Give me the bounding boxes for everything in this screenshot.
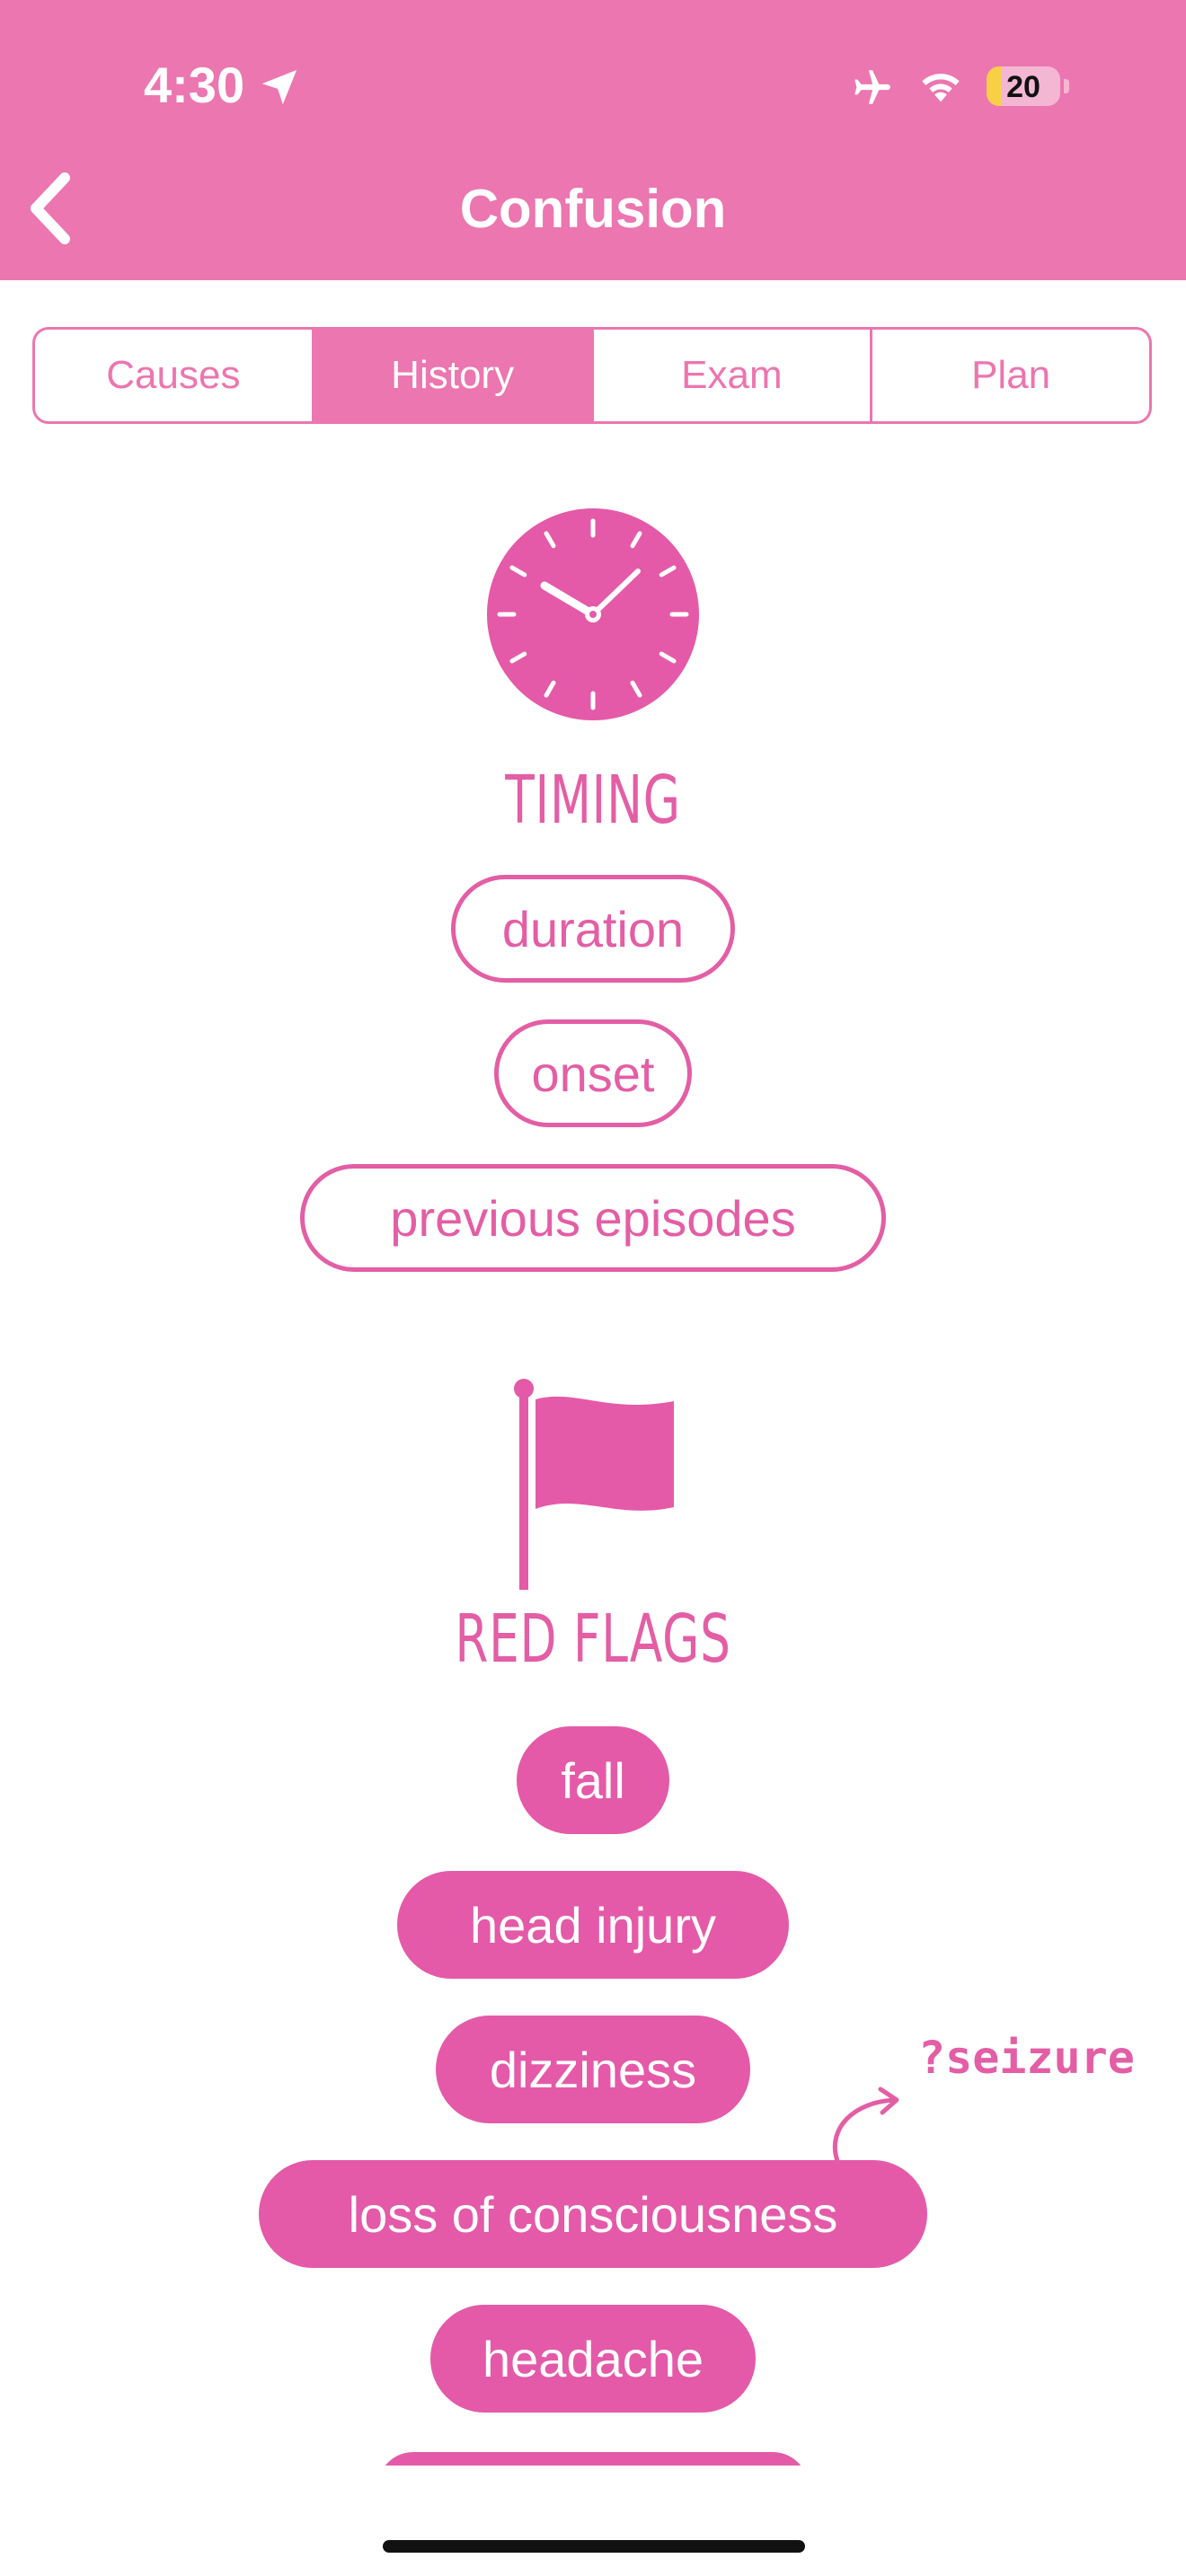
timing-item-duration[interactable]: duration bbox=[451, 875, 735, 983]
tab-plan[interactable]: Plan bbox=[870, 330, 1149, 421]
red-flag-headache[interactable]: headache bbox=[430, 2305, 756, 2413]
nav-header: 4:30 20 Confusion bbox=[0, 0, 1186, 280]
flag-icon bbox=[514, 1379, 674, 1590]
red-flag-loss-of-consciousness[interactable]: loss of consciousness bbox=[259, 2160, 927, 2268]
battery-percent: 20 bbox=[1006, 70, 1040, 104]
tab-history[interactable]: History bbox=[311, 330, 591, 421]
bottom-safe-area bbox=[0, 2466, 1186, 2576]
battery-indicator: 20 bbox=[987, 66, 1060, 106]
page-title: Confusion bbox=[459, 179, 727, 239]
section-tabs: Causes History Exam Plan bbox=[32, 327, 1152, 424]
timing-item-previous-episodes[interactable]: previous episodes bbox=[300, 1164, 886, 1272]
red-flag-head-injury[interactable]: head injury bbox=[397, 1871, 789, 1979]
red-flag-dizziness[interactable]: dizziness bbox=[436, 2016, 750, 2123]
red-flags-heading: RED FLAGS bbox=[455, 1601, 731, 1678]
tab-exam[interactable]: Exam bbox=[590, 330, 871, 421]
timing-heading: TIMING bbox=[505, 762, 681, 839]
curved-arrow-icon bbox=[832, 2086, 899, 2164]
location-arrow-icon bbox=[261, 69, 297, 105]
tab-causes[interactable]: Causes bbox=[35, 330, 312, 421]
clock-icon bbox=[487, 508, 699, 720]
timing-item-onset[interactable]: onset bbox=[494, 1019, 692, 1127]
wifi-icon bbox=[922, 74, 960, 102]
airplane-mode-icon bbox=[854, 70, 890, 104]
red-flag-fall[interactable]: fall bbox=[517, 1726, 669, 1834]
seizure-annotation: ?seizure bbox=[918, 2032, 1135, 2084]
battery-nub bbox=[1064, 79, 1069, 93]
home-indicator[interactable] bbox=[383, 2540, 805, 2553]
status-time: 4:30 bbox=[144, 57, 245, 113]
